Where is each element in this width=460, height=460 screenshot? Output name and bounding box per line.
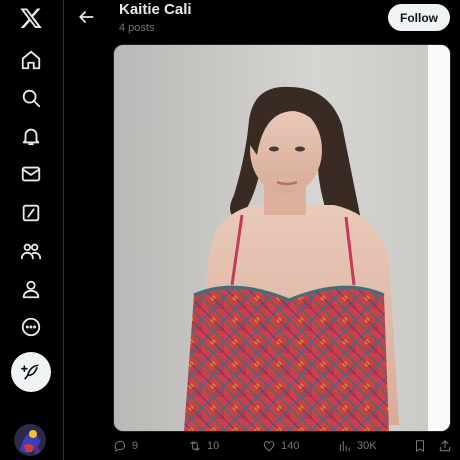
share-button[interactable] <box>438 438 452 454</box>
x-logo-icon[interactable] <box>19 6 43 30</box>
profile-header: Kaitie Cali 4 posts Follow <box>64 0 460 40</box>
communities-icon[interactable] <box>19 239 43 263</box>
profile-name: Kaitie Cali <box>119 1 192 18</box>
grok-slash-icon[interactable] <box>19 201 43 225</box>
like-button[interactable]: 140 <box>262 438 299 454</box>
views-bar-chart-icon <box>339 440 350 452</box>
back-arrow-icon[interactable] <box>76 7 96 27</box>
sidebar-nav <box>0 0 62 460</box>
search-icon[interactable] <box>19 86 43 110</box>
messages-envelope-icon[interactable] <box>19 162 43 186</box>
repost-icon <box>190 441 200 451</box>
heart-icon <box>263 441 275 452</box>
post-action-bar: 9 10 140 30K <box>64 432 460 460</box>
feather-plus-icon <box>21 364 39 380</box>
like-count: 140 <box>281 440 300 452</box>
compose-post-button[interactable] <box>11 352 51 392</box>
bookmark-icon <box>415 440 425 452</box>
post-media-photo[interactable] <box>113 44 451 432</box>
follow-button[interactable]: Follow <box>388 4 450 31</box>
home-icon[interactable] <box>19 48 43 72</box>
bookmark-button[interactable] <box>413 438 427 454</box>
repost-count: 10 <box>207 440 220 452</box>
profile-icon[interactable] <box>19 277 43 301</box>
post-count: 4 posts <box>119 22 155 34</box>
more-circle-icon[interactable] <box>19 315 43 339</box>
views-count: 30K <box>357 440 377 452</box>
notifications-bell-icon[interactable] <box>19 124 43 148</box>
reply-count: 9 <box>132 440 139 452</box>
reply-button[interactable]: 9 <box>113 438 138 454</box>
share-upload-icon <box>439 440 451 452</box>
views-button[interactable]: 30K <box>338 438 377 454</box>
sidebar-divider <box>63 0 64 460</box>
repost-button[interactable]: 10 <box>188 438 219 454</box>
account-avatar[interactable] <box>14 424 46 456</box>
photo-image <box>114 45 450 431</box>
reply-icon <box>114 440 126 452</box>
